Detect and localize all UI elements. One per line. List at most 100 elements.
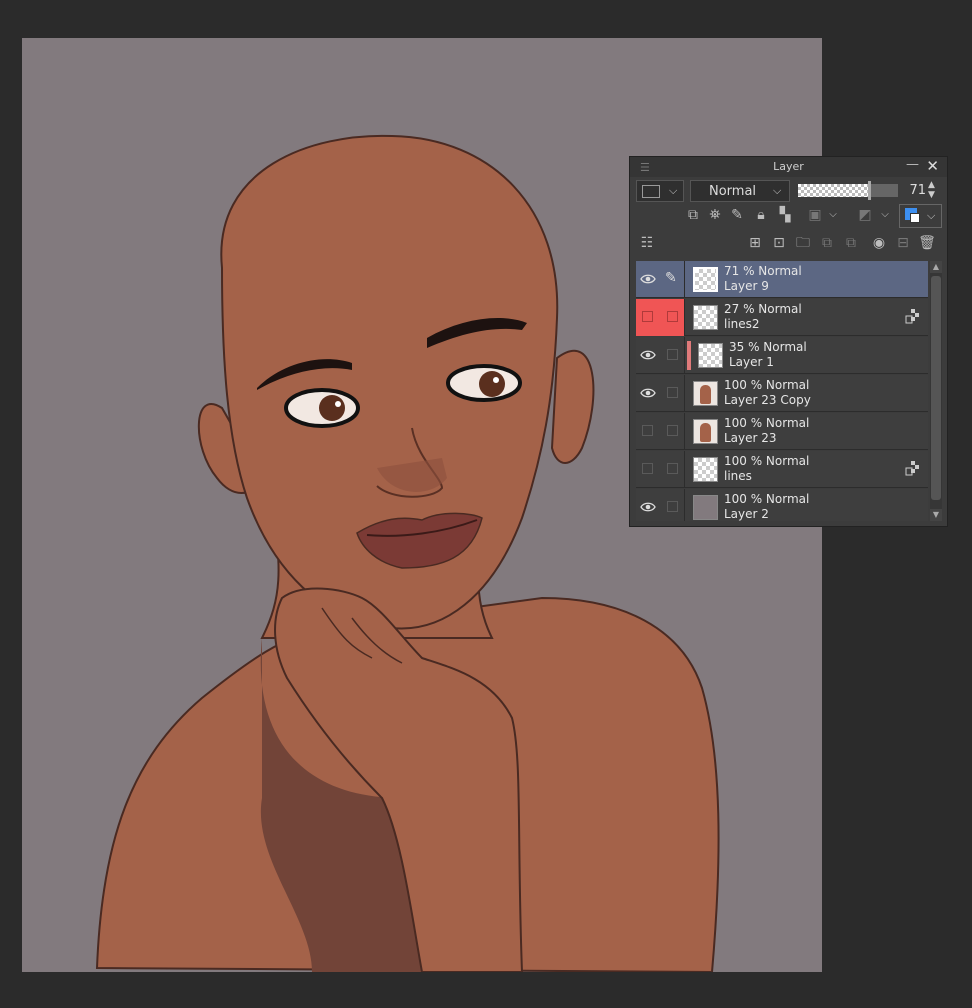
close-icon[interactable]: ✕	[926, 157, 939, 175]
create-mask-icon[interactable]: ◉	[870, 234, 888, 252]
layer-info: 100 % Normal Layer 2	[724, 492, 809, 521]
lock-transparent-icon[interactable]: ▚	[776, 206, 794, 224]
layer-info: 35 % Normal Layer 1	[729, 340, 807, 370]
layer-thumbnail[interactable]	[693, 457, 718, 482]
panel-titlebar[interactable]: ☰ Layer — ✕	[630, 157, 947, 177]
opacity-value[interactable]: 71	[904, 183, 926, 198]
scrollbar-thumb[interactable]	[931, 276, 941, 500]
visibility-toggle[interactable]	[636, 489, 661, 521]
edit-target-toggle[interactable]	[661, 451, 685, 488]
layer-name: lines	[724, 469, 752, 483]
layer-thumbnail[interactable]	[693, 267, 718, 292]
mask-enable-icon[interactable]: ▣	[806, 206, 824, 224]
layer-thumbnail[interactable]	[693, 495, 718, 520]
layer-actions-toolbar: ☷ ⊞ ⊡ 🗀︎ ⧉ ⧉ ◉ ⊟ 🗑︎	[636, 234, 942, 258]
visibility-toggle[interactable]	[636, 375, 661, 412]
lock-icon[interactable]: 🔒︎	[752, 206, 770, 224]
layer-row[interactable]: 35 % Normal Layer 1	[636, 337, 928, 374]
right-ear	[550, 349, 595, 464]
edit-target-toggle[interactable]	[661, 375, 685, 412]
layer-list-scrollbar[interactable]: ▲ ▼	[930, 261, 942, 521]
layer-property-menu-icon[interactable]: ☷	[638, 234, 656, 252]
clipping-indicator	[687, 341, 691, 370]
layer-opacity-mode: 27 % Normal	[724, 302, 802, 316]
clip-to-layer-below-icon[interactable]: ⧉	[684, 206, 702, 224]
edit-target-toggle[interactable]	[661, 413, 685, 450]
layer-panel: ☰ Layer — ✕ ⌵ Normal ⌵ 71 ▲ ▼ ⧉ ⛯ ✎ 🔒︎ ▚ …	[629, 156, 948, 527]
layer-name: Layer 9	[724, 279, 769, 293]
pen-icon: ✎	[665, 270, 677, 286]
layer-info: 71 % Normal Layer 9	[724, 264, 802, 294]
eye-icon	[640, 350, 656, 360]
hidden-checkbox	[642, 311, 653, 322]
edit-target-toggle[interactable]	[661, 337, 685, 374]
edit-checkbox	[667, 311, 678, 322]
chevron-down-icon: ⌵	[773, 184, 782, 197]
layer-name: Layer 23 Copy	[724, 393, 811, 407]
minimize-icon[interactable]: —	[906, 157, 919, 172]
opacity-slider[interactable]	[798, 181, 898, 200]
scroll-down-icon[interactable]: ▼	[930, 509, 942, 521]
layer-row[interactable]: 100 % Normal lines	[636, 451, 928, 488]
layer-list: ✎ 71 % Normal Layer 9 27 % Normal lines2	[636, 261, 928, 521]
edit-checkbox	[667, 463, 678, 474]
layer-thumbnail[interactable]	[698, 343, 723, 368]
visibility-toggle[interactable]	[636, 261, 661, 298]
edit-checkbox	[667, 387, 678, 398]
figure-thumbnail	[700, 423, 711, 442]
eye-icon	[640, 274, 656, 284]
transfer-to-lower-icon[interactable]: ⧉	[818, 234, 836, 252]
layer-row[interactable]: 100 % Normal Layer 23	[636, 413, 928, 450]
hidden-checkbox	[642, 463, 653, 474]
layer-opacity-mode: 100 % Normal	[724, 454, 810, 468]
blend-mode-value: Normal	[709, 184, 757, 199]
scroll-up-icon[interactable]: ▲	[930, 261, 942, 273]
edit-target-toggle[interactable]: ✎	[661, 261, 685, 298]
edit-target-toggle[interactable]	[661, 299, 685, 336]
combine-layers-icon[interactable]: ⧉	[842, 234, 860, 252]
opacity-slider-handle[interactable]	[868, 181, 871, 200]
layer-thumbnail[interactable]	[693, 419, 718, 444]
layer-name: Layer 2	[724, 507, 769, 521]
layer-opacity-mode: 100 % Normal	[724, 492, 810, 506]
eye-icon	[640, 388, 656, 398]
layer-lock-toolbar: ⧉ ⛯ ✎ 🔒︎ ▚ ▣ ⌵ ◩ ⌵ ⌵	[636, 204, 942, 230]
layer-row[interactable]: 100 % Normal Layer 2	[636, 489, 928, 521]
layer-name: lines2	[724, 317, 760, 331]
visibility-toggle[interactable]	[636, 299, 661, 336]
figure-thumbnail	[700, 385, 711, 404]
opacity-stepper[interactable]: ▲ ▼	[928, 180, 935, 200]
eye-icon	[640, 502, 656, 512]
layer-color-mode-dropdown[interactable]: ⌵	[899, 204, 942, 228]
visibility-toggle[interactable]	[636, 451, 661, 488]
new-vector-layer-icon[interactable]: ⊡	[770, 234, 788, 252]
layer-color-swatch	[642, 185, 660, 198]
apply-mask-icon[interactable]: ⊟	[894, 234, 912, 252]
edit-target-toggle[interactable]	[661, 489, 685, 521]
new-folder-icon[interactable]: 🗀︎	[794, 234, 812, 252]
new-raster-layer-icon[interactable]: ⊞	[746, 234, 764, 252]
checker-lock-icon	[905, 309, 919, 324]
ruler-display-icon[interactable]: ◩	[856, 206, 874, 224]
visibility-toggle[interactable]	[636, 337, 661, 374]
layer-row[interactable]: 100 % Normal Layer 23 Copy	[636, 375, 928, 412]
layer-name: Layer 23	[724, 431, 777, 445]
layer-thumbnail[interactable]	[693, 381, 718, 406]
delete-layer-icon[interactable]: 🗑︎	[918, 234, 936, 252]
layer-row[interactable]: ✎ 71 % Normal Layer 9	[636, 261, 928, 298]
layer-color-dropdown[interactable]: ⌵	[636, 180, 684, 202]
chevron-down-icon[interactable]: ⌵	[876, 206, 894, 224]
layer-row[interactable]: 27 % Normal lines2	[636, 299, 928, 336]
chevron-down-icon: ⌵	[669, 184, 678, 197]
layer-opacity-mode: 100 % Normal	[724, 378, 810, 392]
layer-opacity-mode: 35 % Normal	[729, 340, 807, 354]
blend-mode-select[interactable]: Normal ⌵	[690, 180, 790, 202]
draft-layer-icon[interactable]: ✎	[728, 206, 746, 224]
layer-thumbnail[interactable]	[693, 305, 718, 330]
edit-checkbox	[667, 425, 678, 436]
edit-checkbox	[667, 501, 678, 512]
chevron-down-icon[interactable]: ⌵	[824, 206, 842, 224]
checker-lock-icon	[905, 461, 919, 476]
reference-layer-icon[interactable]: ⛯	[706, 206, 724, 224]
visibility-toggle[interactable]	[636, 413, 661, 450]
